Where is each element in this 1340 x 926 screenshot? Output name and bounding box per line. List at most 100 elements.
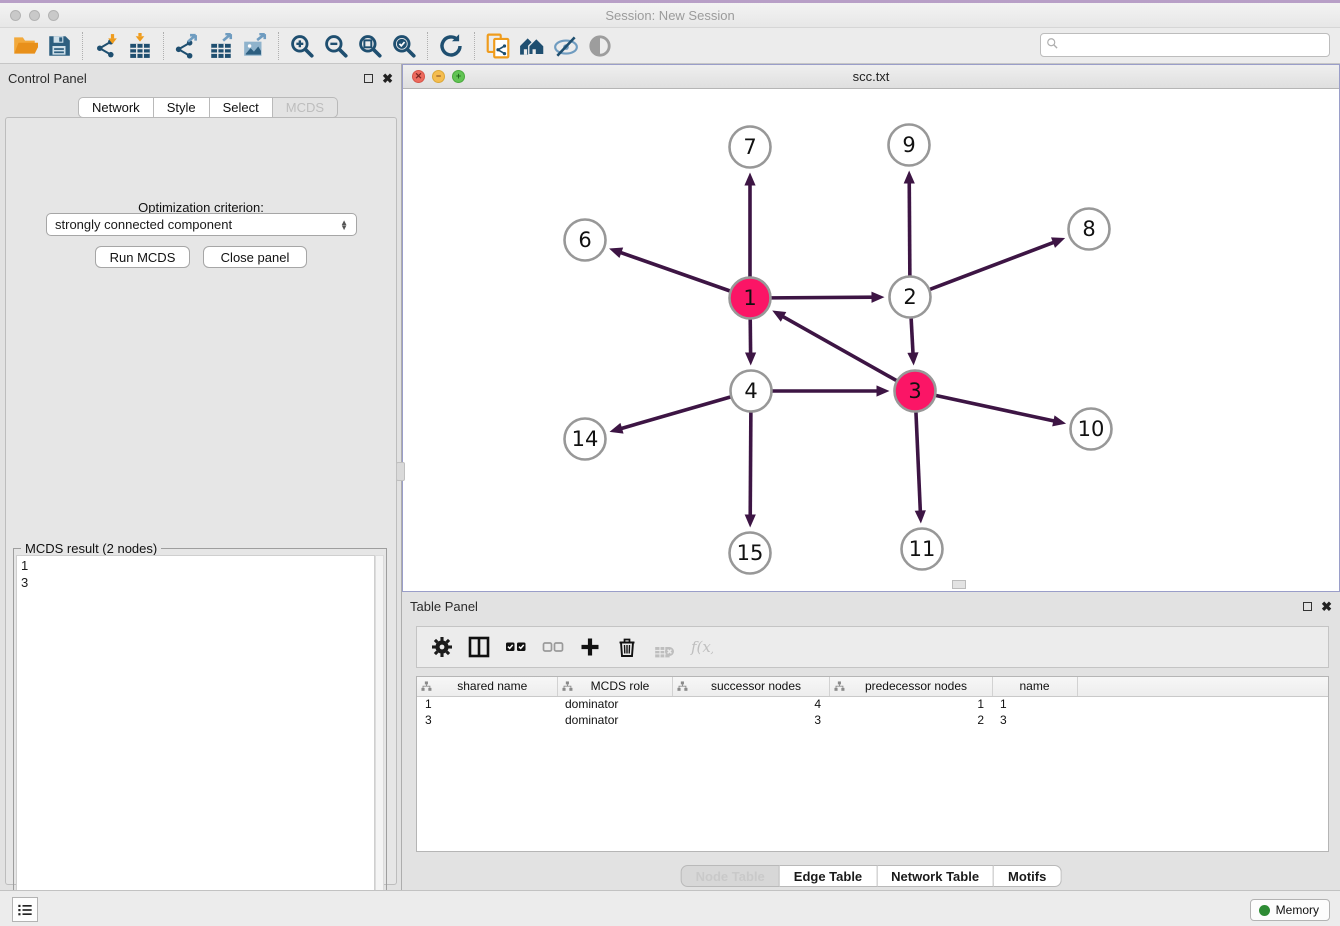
node-15[interactable]: 15 bbox=[730, 533, 771, 574]
search-box[interactable] bbox=[1040, 33, 1330, 57]
node-1[interactable]: 1 bbox=[730, 278, 771, 319]
criterion-select[interactable]: strongly connected component ▲▼ bbox=[46, 213, 357, 236]
node-10[interactable]: 10 bbox=[1071, 409, 1112, 450]
add-row-icon[interactable] bbox=[571, 630, 608, 664]
zoom-in-icon[interactable] bbox=[285, 31, 319, 61]
select-all-icon[interactable] bbox=[497, 630, 534, 664]
refresh-icon[interactable] bbox=[434, 31, 468, 61]
split-columns-icon[interactable] bbox=[460, 630, 497, 664]
duplicate-network-icon[interactable] bbox=[481, 31, 515, 61]
task-history-button[interactable] bbox=[12, 897, 38, 922]
mcds-result-group: MCDS result (2 nodes) 1 3 bbox=[13, 548, 387, 926]
control-panel-float-icon[interactable] bbox=[364, 74, 373, 83]
tab-node-table[interactable]: Node Table bbox=[681, 865, 780, 887]
status-bar: Memory bbox=[0, 890, 1340, 926]
tab-network-table[interactable]: Network Table bbox=[877, 865, 994, 887]
cell: 1 bbox=[992, 696, 1077, 712]
table-panel-close-icon[interactable]: ✖ bbox=[1321, 600, 1332, 613]
edge-3-10[interactable] bbox=[936, 396, 1066, 427]
edge-2-9[interactable] bbox=[904, 170, 915, 275]
export-table-icon[interactable] bbox=[204, 31, 238, 61]
run-mcds-button[interactable]: Run MCDS bbox=[95, 246, 190, 268]
close-panel-button[interactable]: Close panel bbox=[203, 246, 307, 268]
toolbar-separator bbox=[163, 32, 164, 60]
cell: dominator bbox=[557, 696, 672, 712]
column-header-predecessor-nodes[interactable]: predecessor nodes bbox=[829, 677, 992, 696]
edge-2-3[interactable] bbox=[907, 318, 918, 365]
tab-network[interactable]: Network bbox=[78, 97, 154, 118]
column-header-name[interactable]: name bbox=[992, 677, 1077, 696]
tab-select[interactable]: Select bbox=[210, 97, 273, 118]
node-7[interactable]: 7 bbox=[730, 127, 771, 168]
function-fx-icon: f(x) bbox=[682, 630, 719, 664]
cell: 1 bbox=[417, 696, 557, 712]
table-panel: Table Panel ✖ f(x) shared nameMCDS roles… bbox=[402, 592, 1340, 890]
canvas-scroll-thumb[interactable] bbox=[952, 580, 966, 589]
memory-button[interactable]: Memory bbox=[1250, 899, 1330, 921]
column-header-successor-nodes[interactable]: successor nodes bbox=[672, 677, 829, 696]
svg-text:2: 2 bbox=[903, 285, 916, 309]
svg-text:11: 11 bbox=[909, 537, 936, 561]
table-row[interactable]: 1dominator411 bbox=[417, 696, 1328, 712]
control-panel-close-icon[interactable]: ✖ bbox=[382, 72, 393, 85]
network-window-titlebar[interactable]: ✕ − + scc.txt bbox=[403, 65, 1339, 89]
network-graph: 7 9 6 8 1 2 4 3 14 10 15 11 bbox=[403, 89, 1339, 591]
node-11[interactable]: 11 bbox=[902, 529, 943, 570]
home-icon[interactable] bbox=[515, 31, 549, 61]
node-8[interactable]: 8 bbox=[1069, 209, 1110, 250]
edge-1-2[interactable] bbox=[771, 292, 884, 303]
tab-motifs[interactable]: Motifs bbox=[994, 865, 1061, 887]
search-icon bbox=[1046, 37, 1060, 54]
edge-4-15[interactable] bbox=[745, 412, 756, 527]
node-6[interactable]: 6 bbox=[565, 220, 606, 261]
cell: dominator bbox=[557, 712, 672, 728]
column-header-shared-name[interactable]: shared name bbox=[417, 677, 557, 696]
hide-eye-icon[interactable] bbox=[549, 31, 583, 61]
import-table-icon[interactable] bbox=[123, 31, 157, 61]
import-network-icon[interactable] bbox=[89, 31, 123, 61]
edge-1-7[interactable] bbox=[744, 173, 755, 277]
mcds-result-scrollbar[interactable] bbox=[375, 555, 384, 923]
mcds-result-title: MCDS result (2 nodes) bbox=[21, 541, 161, 556]
toolbar-separator bbox=[278, 32, 279, 60]
node-2[interactable]: 2 bbox=[890, 277, 931, 318]
edge-4-14[interactable] bbox=[609, 397, 730, 434]
edge-1-6[interactable] bbox=[609, 247, 730, 290]
node-4[interactable]: 4 bbox=[731, 371, 772, 412]
node-14[interactable]: 14 bbox=[565, 419, 606, 460]
zoom-out-icon[interactable] bbox=[319, 31, 353, 61]
deselect-all-icon[interactable] bbox=[534, 630, 571, 664]
cell: 2 bbox=[829, 712, 992, 728]
save-icon[interactable] bbox=[42, 31, 76, 61]
export-network-icon[interactable] bbox=[170, 31, 204, 61]
app-titlebar: Session: New Session bbox=[0, 3, 1340, 28]
network-canvas[interactable]: 7 9 6 8 1 2 4 3 14 10 15 11 bbox=[403, 89, 1339, 591]
edge-3-11[interactable] bbox=[915, 412, 926, 523]
search-input[interactable] bbox=[1060, 35, 1329, 55]
table-panel-float-icon[interactable] bbox=[1303, 602, 1312, 611]
network-title: scc.txt bbox=[403, 69, 1339, 84]
control-panel-tabs: NetworkStyleSelectMCDS bbox=[78, 97, 338, 118]
panel-splitter-handle[interactable] bbox=[396, 462, 405, 481]
svg-text:1: 1 bbox=[743, 286, 756, 310]
edge-3-1[interactable] bbox=[772, 311, 896, 381]
table-row[interactable]: 3dominator323 bbox=[417, 712, 1328, 728]
mcds-result-text[interactable]: 1 3 bbox=[16, 555, 375, 923]
edge-4-3[interactable] bbox=[773, 385, 890, 396]
gear-icon[interactable] bbox=[423, 630, 460, 664]
trash-icon[interactable] bbox=[608, 630, 645, 664]
open-folder-icon[interactable] bbox=[8, 31, 42, 61]
column-header-MCDS-role[interactable]: MCDS role bbox=[557, 677, 672, 696]
node-3[interactable]: 3 bbox=[895, 371, 936, 412]
tab-edge-table[interactable]: Edge Table bbox=[780, 865, 877, 887]
control-panel: Control Panel ✖ NetworkStyleSelectMCDS O… bbox=[0, 64, 402, 890]
eye-disabled-icon[interactable] bbox=[583, 31, 617, 61]
tab-style[interactable]: Style bbox=[154, 97, 210, 118]
tab-mcds[interactable]: MCDS bbox=[273, 97, 338, 118]
zoom-fit-icon[interactable] bbox=[353, 31, 387, 61]
edge-1-4[interactable] bbox=[745, 319, 756, 365]
export-image-icon[interactable] bbox=[238, 31, 272, 61]
zoom-selected-icon[interactable] bbox=[387, 31, 421, 61]
node-9[interactable]: 9 bbox=[889, 125, 930, 166]
edge-2-8[interactable] bbox=[930, 237, 1065, 289]
